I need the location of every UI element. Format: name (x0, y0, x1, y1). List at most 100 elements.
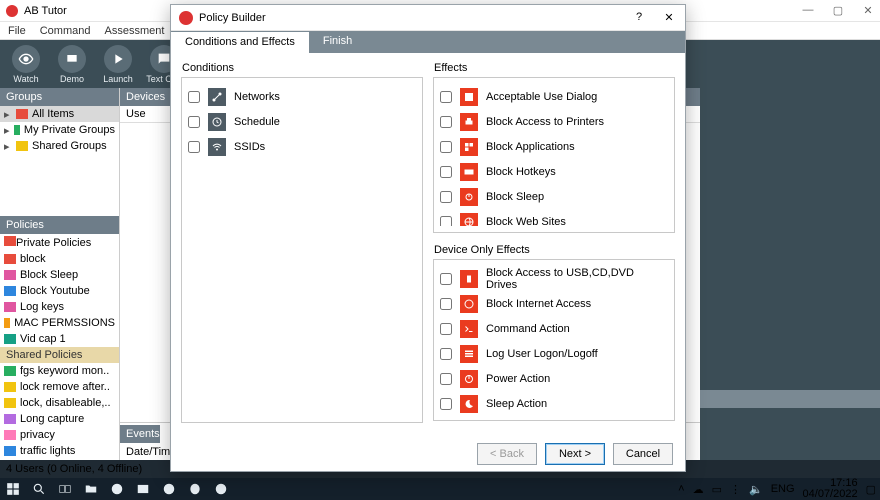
policy-item[interactable]: traffic lights (0, 443, 119, 459)
group-shared[interactable]: ▸Shared Groups (0, 138, 119, 154)
tab-finish[interactable]: Finish (309, 31, 366, 53)
device-effect-item[interactable]: Sleep Action (440, 391, 668, 414)
opera-icon[interactable] (186, 480, 204, 498)
firefox-icon[interactable] (160, 480, 178, 498)
effect-checkbox[interactable] (440, 91, 452, 103)
conditions-label: Conditions (182, 62, 234, 74)
dialog-close-button[interactable]: ✕ (661, 11, 677, 24)
cancel-button[interactable]: Cancel (613, 443, 673, 465)
network-icon (208, 88, 226, 106)
effect-checkbox[interactable] (440, 298, 452, 310)
effect-checkbox[interactable] (440, 216, 452, 227)
back-button[interactable]: < Back (477, 443, 537, 465)
policy-icon (4, 382, 16, 392)
condition-checkbox[interactable] (188, 116, 200, 128)
condition-schedule[interactable]: Schedule (188, 109, 416, 134)
tab-conditions-effects[interactable]: Conditions and Effects (171, 31, 309, 53)
tray-battery-icon[interactable]: ▭ (712, 483, 722, 496)
folder-icon (16, 141, 28, 151)
toolbar-watch[interactable]: Watch (4, 42, 48, 86)
tray-chevron-icon[interactable]: ˄ (678, 483, 684, 495)
app-icon[interactable] (212, 480, 230, 498)
effect-item[interactable]: Block Applications (440, 134, 668, 159)
private-policies-header[interactable]: Private Policies (0, 234, 119, 251)
tray-wifi-icon[interactable]: ⋮ (730, 483, 741, 496)
search-icon[interactable] (30, 480, 48, 498)
tray-sound-icon[interactable]: 🔈 (749, 483, 763, 496)
condition-checkbox[interactable] (188, 141, 200, 153)
condition-networks[interactable]: Networks (188, 84, 416, 109)
effects-list[interactable]: Acceptable Use Dialog Block Access to Pr… (440, 84, 668, 226)
device-effect-item[interactable]: Log User Logon/Logoff (440, 341, 668, 366)
policy-item[interactable]: Block Sleep (0, 267, 119, 283)
effect-item[interactable]: Block Access to Printers (440, 109, 668, 134)
dialog-titlebar[interactable]: Policy Builder ? ✕ (171, 5, 685, 31)
policy-item[interactable]: Long capture (0, 411, 119, 427)
effect-item[interactable]: Block Sleep (440, 184, 668, 209)
effect-checkbox[interactable] (440, 323, 452, 335)
next-button[interactable]: Next > (545, 443, 605, 465)
minimize-button[interactable]: — (802, 4, 814, 17)
dialog-help-button[interactable]: ? (631, 11, 647, 24)
effect-checkbox[interactable] (440, 141, 452, 153)
device-effects-list[interactable]: Block Access to USB,CD,DVD Drives Block … (440, 266, 668, 414)
policy-icon (4, 318, 10, 328)
policy-icon (4, 430, 16, 440)
effects-label: Effects (434, 62, 467, 74)
group-private[interactable]: ▸My Private Groups (0, 122, 119, 138)
folder-icon (16, 109, 28, 119)
effect-item[interactable]: Acceptable Use Dialog (440, 84, 668, 109)
usb-icon (460, 270, 478, 288)
condition-ssids[interactable]: SSIDs (188, 134, 416, 159)
effect-item[interactable]: Block Hotkeys (440, 159, 668, 184)
maximize-button[interactable]: ▢ (832, 4, 844, 17)
effect-checkbox[interactable] (440, 166, 452, 178)
shared-policies-header[interactable]: Shared Policies (0, 347, 119, 363)
condition-checkbox[interactable] (188, 91, 200, 103)
tray-clock[interactable]: 17:16 04/07/2022 (803, 478, 858, 500)
device-effect-item[interactable]: Block Internet Access (440, 291, 668, 316)
policy-item[interactable]: Log keys (0, 299, 119, 315)
internet-icon (460, 295, 478, 313)
effect-checkbox[interactable] (440, 348, 452, 360)
outlook-icon[interactable] (134, 480, 152, 498)
toolbar-launch[interactable]: Launch (96, 42, 140, 86)
policy-item[interactable]: Block Youtube (0, 283, 119, 299)
menu-file[interactable]: File (8, 25, 26, 37)
explorer-icon[interactable] (82, 480, 100, 498)
tray-notifications-icon[interactable]: ▢ (866, 483, 876, 496)
sleep-icon (460, 188, 478, 206)
effect-item[interactable]: Block Web Sites (440, 209, 668, 226)
policy-builder-dialog: Policy Builder ? ✕ Conditions and Effect… (170, 4, 686, 472)
tray-lang[interactable]: ENG (771, 483, 795, 495)
policy-item[interactable]: fgs keyword mon.. (0, 363, 119, 379)
effect-checkbox[interactable] (440, 116, 452, 128)
group-all-items[interactable]: ▸All Items (0, 106, 119, 122)
menu-command[interactable]: Command (40, 25, 91, 37)
dialog-title: Policy Builder (199, 12, 266, 24)
device-effect-item[interactable]: Command Action (440, 316, 668, 341)
tray-cloud-icon[interactable]: ☁ (693, 483, 704, 496)
menu-assessment[interactable]: Assessment (104, 25, 164, 37)
policy-item[interactable]: lock remove after.. (0, 379, 119, 395)
start-button[interactable] (4, 480, 22, 498)
policy-item[interactable]: Vid cap 1 (0, 331, 119, 347)
toolbar-demo[interactable]: Demo (50, 42, 94, 86)
device-effect-item[interactable]: Block Access to USB,CD,DVD Drives (440, 266, 668, 291)
effect-checkbox[interactable] (440, 273, 452, 285)
device-effect-item[interactable]: Power Action (440, 366, 668, 391)
command-icon (460, 320, 478, 338)
power-icon (460, 370, 478, 388)
taskview-icon[interactable] (56, 480, 74, 498)
policy-item[interactable]: MAC PERMSSIONS (0, 315, 119, 331)
policy-icon (4, 270, 16, 280)
effect-checkbox[interactable] (440, 373, 452, 385)
policy-item[interactable]: block (0, 251, 119, 267)
effect-checkbox[interactable] (440, 398, 452, 410)
edge-icon[interactable] (108, 480, 126, 498)
effect-checkbox[interactable] (440, 191, 452, 203)
folder-icon (4, 236, 16, 246)
policy-item[interactable]: privacy (0, 427, 119, 443)
policy-item[interactable]: lock, disableable,.. (0, 395, 119, 411)
close-button[interactable]: ✕ (862, 4, 874, 17)
